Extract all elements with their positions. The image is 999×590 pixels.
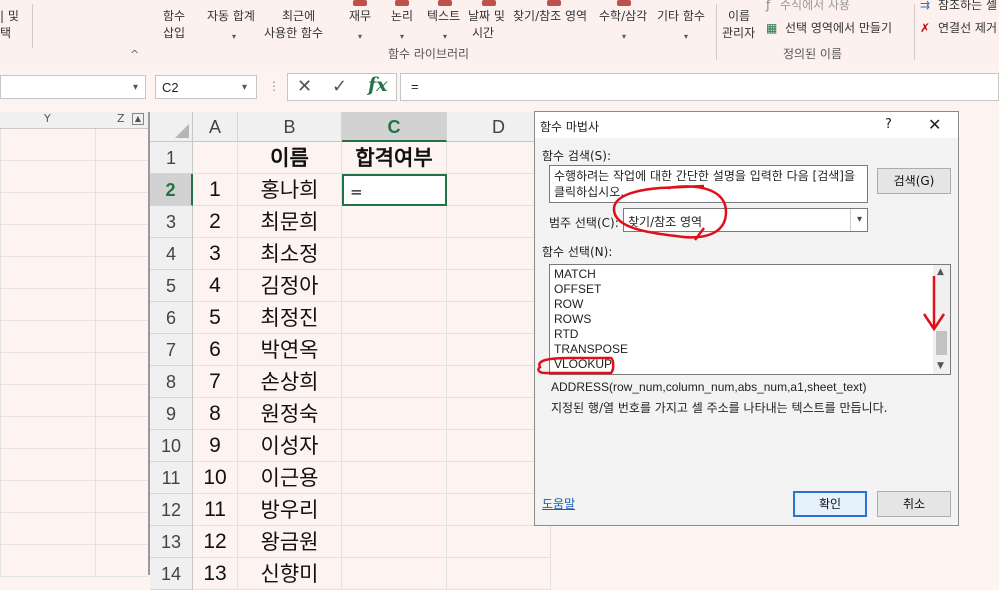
annotation-overlay bbox=[537, 184, 946, 375]
annotation-box-vlookup bbox=[537, 356, 615, 375]
annotation-circle-category bbox=[612, 184, 728, 239]
gridline bbox=[0, 576, 148, 577]
